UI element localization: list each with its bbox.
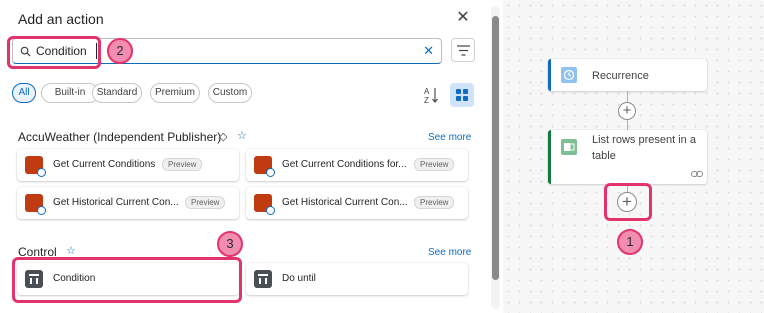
annotation-badge-2: 2	[107, 38, 133, 64]
see-more-control[interactable]: See more	[428, 247, 471, 258]
svg-text:A: A	[424, 87, 430, 96]
accuweather-icon	[254, 156, 275, 177]
clear-search-icon[interactable]: ✕	[423, 43, 434, 59]
chip-premium[interactable]: Premium	[150, 83, 200, 103]
premium-diamond-icon: ◇	[219, 131, 228, 143]
node-label-line2: table	[592, 150, 616, 162]
action-card-get-current-conditions[interactable]: Get Current Conditions Preview	[17, 149, 239, 181]
chip-built-in[interactable]: Built-in	[41, 83, 99, 103]
excel-icon	[561, 139, 577, 155]
section-title-accuweather: AccuWeather (Independent Publisher)	[18, 130, 222, 144]
preview-badge: Preview	[414, 196, 455, 209]
sort-az-icon[interactable]: A Z	[424, 86, 440, 104]
filter-icon	[457, 45, 470, 56]
accuweather-icon	[254, 194, 275, 215]
action-label: Get Current Conditions	[53, 159, 156, 170]
annotation-badge-1: 1	[617, 229, 643, 255]
preview-badge: Preview	[185, 196, 226, 209]
svg-text:Z: Z	[424, 96, 429, 104]
preview-badge: Preview	[162, 158, 203, 171]
action-label: Get Historical Current Con...	[53, 197, 179, 208]
action-label: Do until	[282, 273, 316, 284]
favorite-star-icon[interactable]: ☆	[66, 244, 76, 257]
highlight-add-step	[604, 183, 652, 221]
scrollbar-thumb[interactable]	[492, 16, 499, 280]
flow-canvas: Recurrence + List rows present in a tabl…	[503, 0, 764, 313]
annotation-badge-3: 3	[217, 231, 243, 257]
node-recurrence[interactable]: Recurrence	[548, 59, 707, 91]
accuweather-icon	[25, 194, 46, 215]
panel-title: Add an action	[18, 11, 104, 27]
clock-icon	[561, 67, 577, 83]
highlight-search-box	[7, 36, 101, 69]
control-icon	[254, 270, 272, 288]
chip-all[interactable]: All	[12, 83, 36, 103]
chip-custom[interactable]: Custom	[208, 83, 252, 103]
grid-icon	[456, 89, 461, 94]
highlight-condition-card	[12, 257, 242, 303]
accuweather-icon	[25, 156, 46, 177]
action-card-do-until[interactable]: Do until	[246, 263, 468, 295]
action-card-get-historical-current-conditions[interactable]: Get Historical Current Con... Preview	[17, 187, 239, 219]
action-card-get-historical-current-conditions-2[interactable]: Get Historical Current Con... Preview	[246, 187, 468, 219]
action-label: Get Historical Current Con...	[282, 197, 408, 208]
node-label: Recurrence	[592, 70, 649, 82]
action-card-get-current-conditions-for[interactable]: Get Current Conditions for... Preview	[246, 149, 468, 181]
panel-scrollbar[interactable]	[491, 6, 500, 309]
action-label: Get Current Conditions for...	[282, 159, 407, 170]
node-list-rows[interactable]: List rows present in a table	[548, 130, 707, 184]
link-icon	[691, 171, 703, 177]
insert-step-plus-icon[interactable]: +	[618, 102, 636, 120]
favorite-star-icon[interactable]: ☆	[237, 129, 247, 142]
see-more-accuweather[interactable]: See more	[428, 132, 471, 143]
preview-badge: Preview	[414, 158, 455, 171]
close-icon[interactable]: ✕	[455, 10, 471, 26]
node-label-line1: List rows present in a	[592, 134, 696, 146]
grid-view-button[interactable]	[450, 83, 474, 107]
chip-standard[interactable]: Standard	[92, 83, 142, 103]
filter-button[interactable]	[451, 38, 475, 62]
connector-line	[627, 120, 628, 130]
